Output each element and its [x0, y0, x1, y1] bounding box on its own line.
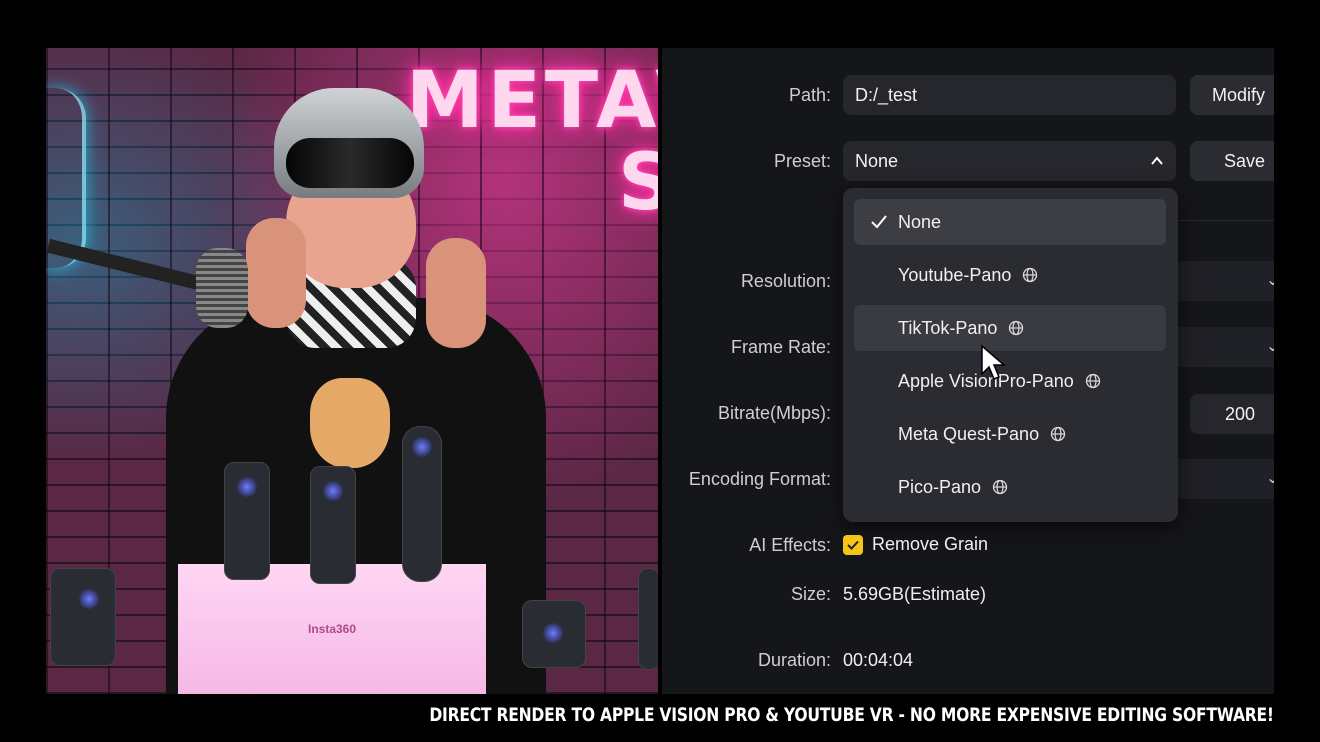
mouse-cursor-icon — [980, 344, 1007, 387]
save-button[interactable]: Save — [1190, 141, 1274, 181]
path-field[interactable]: D:/_test — [843, 75, 1176, 115]
neon-sign: METAV — [406, 56, 658, 146]
preset-select[interactable]: None — [843, 141, 1176, 181]
size-label: Size: — [790, 584, 831, 604]
headset-visor — [286, 138, 414, 188]
duration-label: Duration: — [757, 650, 831, 670]
video-frame: METAV S Insta360 — [46, 48, 658, 694]
preset-option-youtube-pano[interactable]: Youtube-Pano — [854, 252, 1166, 298]
camera-3 — [402, 426, 442, 582]
globe-icon — [1050, 426, 1066, 442]
product-box-label: Insta360 — [307, 622, 357, 636]
chevron-down-icon: ⌄ — [1266, 338, 1274, 355]
preset-option-label: Pico-Pano — [898, 477, 982, 497]
globe-icon — [1023, 267, 1038, 283]
preset-option-meta-quest-pano[interactable]: Meta Quest-Pano — [854, 411, 1166, 457]
preset-option-pico-pano[interactable]: Pico-Pano — [854, 464, 1166, 510]
preset-option-apple-visionpro-pano[interactable]: Apple VisionPro-Pano — [854, 358, 1166, 404]
preset-option-tiktok-pano[interactable]: TikTok-Pano — [854, 305, 1166, 351]
preset-label: Preset: — [773, 151, 831, 171]
frame-rate-label: Frame Rate: — [730, 337, 831, 357]
camera-6 — [638, 568, 658, 670]
remove-grain-label[interactable]: Remove Grain — [872, 534, 988, 555]
resolution-label: Resolution: — [740, 271, 831, 291]
path-label: Path: — [788, 85, 831, 105]
remove-grain-checkbox[interactable] — [843, 535, 863, 555]
ai-effects-label: AI Effects: — [749, 535, 831, 555]
preset-option-label: Youtube-Pano — [898, 265, 1012, 285]
video-caption: DIRECT RENDER TO APPLE VISION PRO & YOUT… — [429, 704, 1275, 726]
duration-value: 00:04:04 — [843, 650, 914, 670]
camera-4 — [50, 568, 116, 666]
shirt-dog-print — [310, 378, 390, 468]
right-hand — [426, 238, 486, 348]
globe-icon — [1009, 320, 1024, 336]
globe-icon — [992, 479, 1008, 495]
left-hand — [246, 218, 306, 328]
chevron-down-icon: ⌄ — [1266, 272, 1274, 289]
microphone — [196, 248, 248, 328]
camera-2 — [310, 466, 356, 584]
bitrate-label: Bitrate(Mbps): — [717, 403, 831, 423]
camera-5 — [522, 600, 586, 668]
camera-1 — [224, 462, 270, 580]
bitrate-input[interactable]: 200 — [1190, 394, 1274, 434]
divider — [1176, 220, 1274, 221]
preset-option-label: Meta Quest-Pano — [898, 424, 1040, 444]
globe-icon — [1085, 373, 1100, 389]
export-settings-panel: Path: D:/_test Modify Preset: None Save … — [662, 48, 1274, 694]
preset-dropdown-menu: None Youtube-Pano TikTok-Pano Apple Visi… — [843, 188, 1178, 522]
size-value: 5.69GB(Estimate) — [843, 584, 987, 604]
neon-sign-second-line: S — [618, 138, 658, 228]
preset-option-label: TikTok-Pano — [898, 318, 998, 338]
preset-option-none[interactable]: None — [854, 199, 1166, 245]
preset-option-label: None — [898, 212, 942, 232]
preset-select-value: None — [855, 151, 899, 171]
modify-button[interactable]: Modify — [1190, 75, 1274, 115]
encoding-format-label: Encoding Format: — [688, 469, 831, 489]
chevron-down-icon: ⌄ — [1266, 470, 1274, 487]
